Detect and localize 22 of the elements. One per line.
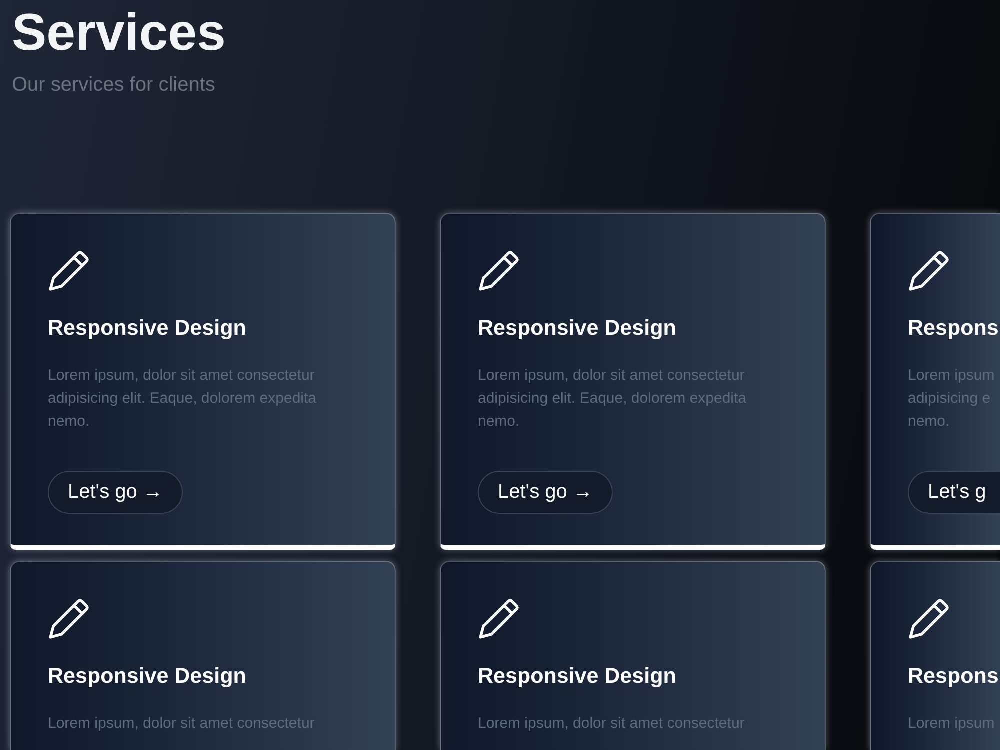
card-description: Lorem ipsum, dolor sit amet consectetur [48,714,315,734]
lets-go-button[interactable]: Let's g [908,471,1000,514]
card-title: Responsive Design [478,663,676,690]
pencil-icon [908,598,950,640]
pencil-icon [478,598,520,640]
lets-go-button[interactable]: Let's go → [48,471,183,514]
card-description: Lorem ipsum [908,714,995,734]
card-description: Lorem ipsum, dolor sit amet consectetur adipisicing elit. Eaque, dolorem expedita nemo. [48,366,318,432]
page-subtitle: Our services for clients [12,73,216,97]
page-title: Services [12,3,227,63]
card-title: Responsive Design [48,315,246,342]
card-title: Responsive Design [478,315,676,342]
pencil-icon [48,598,90,640]
pencil-icon [48,250,90,292]
card-description: Lorem ipsum, dolor sit amet consectetur adipisicing elit. Eaque, dolorem expedita nemo. [478,366,748,432]
pencil-icon [908,250,950,292]
pencil-icon [478,250,520,292]
card-title: Responsive Design [48,663,246,690]
card-title: Respons [908,315,999,342]
card-title: Respons [908,663,999,690]
lets-go-button[interactable]: Let's go → [478,471,613,514]
card-description: Lorem ipsum, dolor sit amet consectetur [478,714,745,734]
